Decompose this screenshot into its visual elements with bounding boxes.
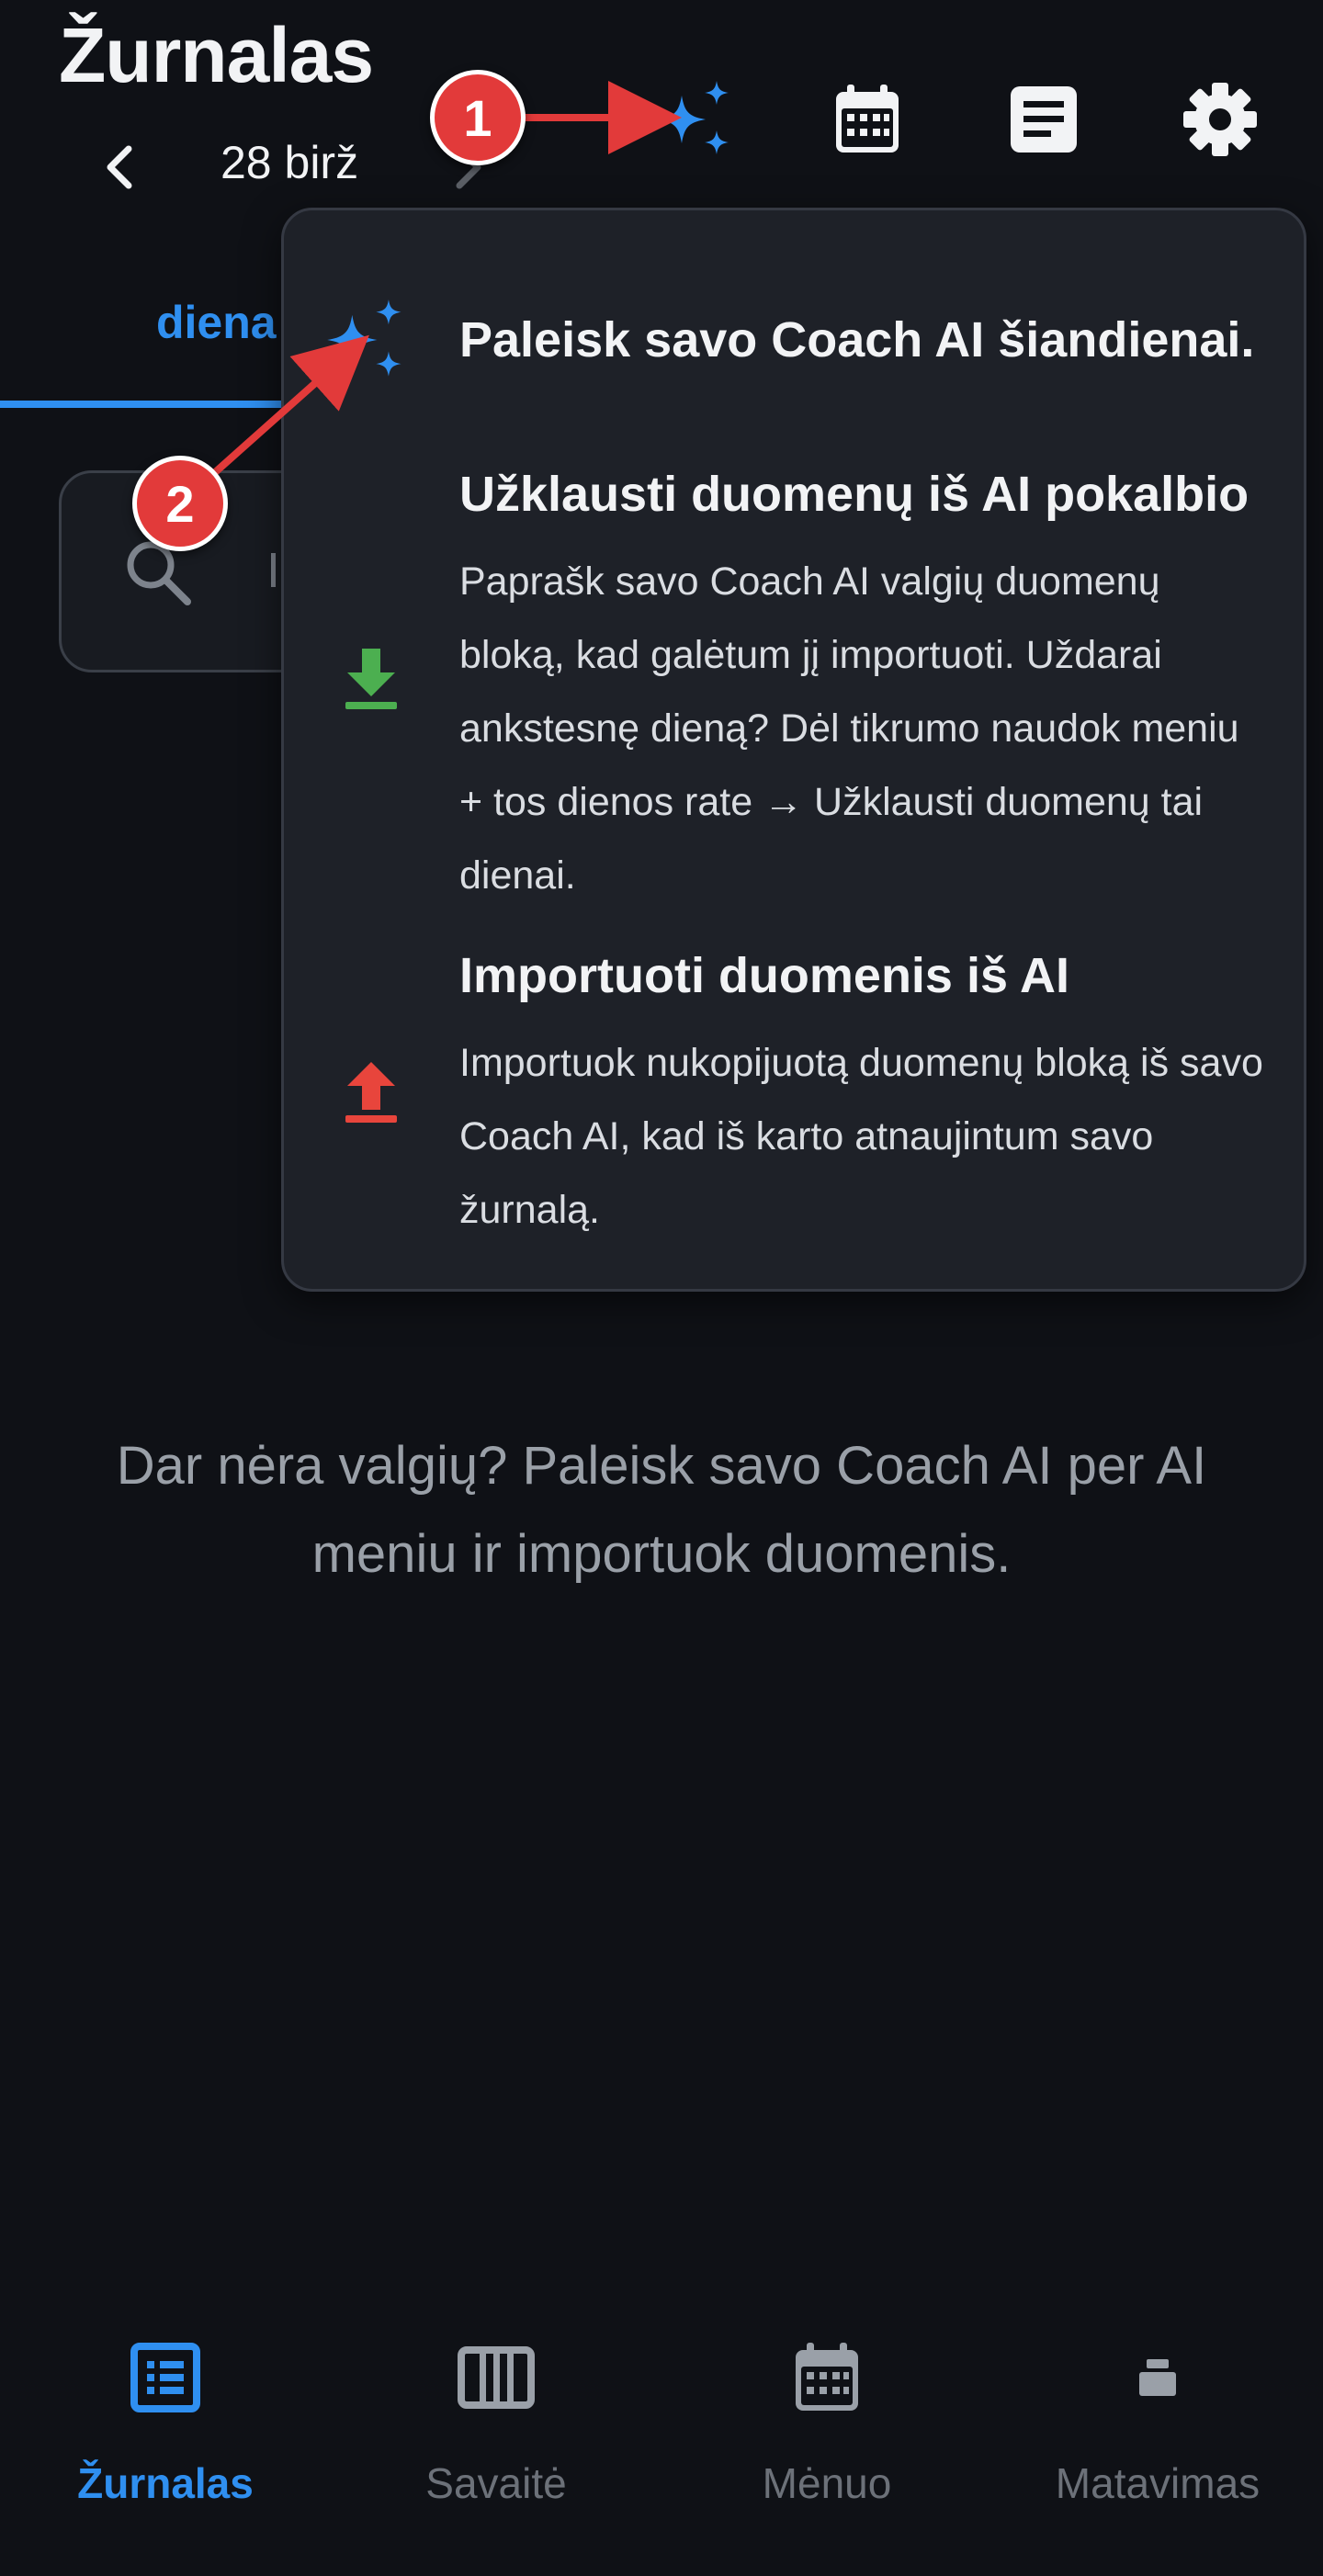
download-icon xyxy=(340,645,402,716)
gear-icon xyxy=(1183,83,1257,156)
current-date[interactable]: 28 birž xyxy=(220,140,358,186)
sparkles-icon xyxy=(323,296,412,389)
menu-item-import-data[interactable]: Importuoti duomenis iš AI xyxy=(459,946,1069,1006)
week-columns-icon xyxy=(331,2333,662,2422)
nav-journal[interactable]: Žurnalas xyxy=(0,2333,331,2508)
empty-state-message: Dar nėra valgių? Paleisk savo Coach AI p… xyxy=(116,1436,1207,1584)
notes-icon xyxy=(1011,86,1077,153)
nav-week-label: Savaitė xyxy=(425,2459,567,2507)
calendar-icon xyxy=(836,85,899,153)
settings-button[interactable] xyxy=(1167,66,1273,173)
nav-measure-label: Matavimas xyxy=(1055,2459,1261,2507)
upload-icon xyxy=(340,1058,402,1129)
page-title: Žurnalas xyxy=(59,12,374,98)
menu-item-import-data-description: Importuok nukopijuotą duomenų bloką iš s… xyxy=(459,1041,1263,1232)
chevron-left-icon xyxy=(107,145,132,189)
previous-day-button[interactable] xyxy=(90,138,149,197)
menu-item-request-data[interactable]: Užklausti duomenų iš AI pokalbio xyxy=(459,465,1249,525)
ai-menu-button[interactable] xyxy=(643,66,750,173)
list-icon xyxy=(0,2333,331,2422)
annotation-badge-1: 1 xyxy=(430,70,526,165)
measure-icon xyxy=(992,2333,1323,2422)
nav-month[interactable]: Mėnuo xyxy=(662,2333,992,2508)
annotation-badge-2: 2 xyxy=(132,456,228,551)
notes-button[interactable] xyxy=(990,66,1097,173)
active-tab-indicator xyxy=(0,401,294,408)
nav-measure[interactable]: Matavimas xyxy=(992,2333,1323,2508)
nav-week[interactable]: Savaitė xyxy=(331,2333,662,2508)
calendar-icon xyxy=(662,2333,992,2422)
tab-day[interactable]: diena xyxy=(156,296,277,349)
menu-item-start-coach[interactable]: Paleisk savo Coach AI šiandienai. xyxy=(459,311,1254,370)
calendar-button[interactable] xyxy=(814,66,921,173)
nav-journal-label: Žurnalas xyxy=(77,2459,254,2507)
nav-month-label: Mėnuo xyxy=(762,2459,892,2507)
menu-item-request-data-description: Paprašk savo Coach AI valgių duomenų blo… xyxy=(459,559,1239,898)
search-placeholder: I xyxy=(266,543,281,598)
sparkles-icon xyxy=(658,81,729,154)
